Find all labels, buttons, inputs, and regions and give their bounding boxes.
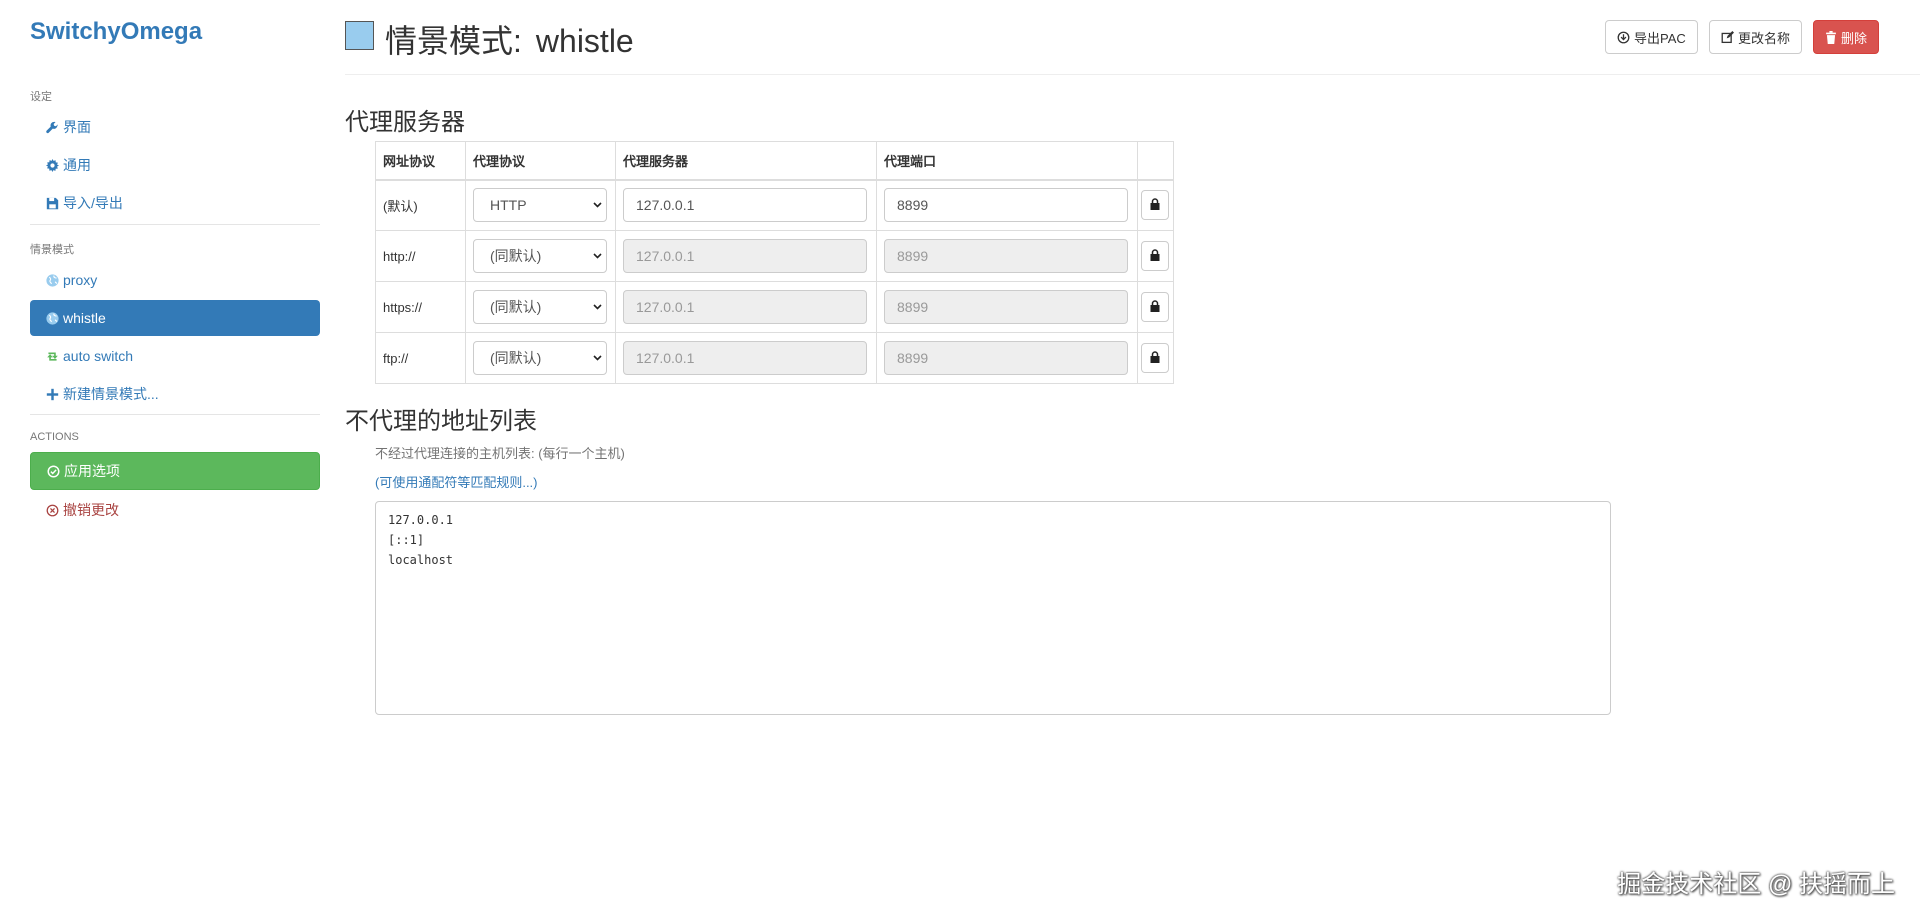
lock-icon [1150,299,1160,315]
lock-icon [1150,350,1160,366]
sidebar-item-label: 通用 [63,157,91,173]
column-header [1137,141,1174,181]
sidebar-item-import-export[interactable]: 导入/导出 [30,185,320,221]
sidebar-item-label: proxy [63,272,98,288]
retweet-icon [44,350,60,363]
column-header: 代理协议 [465,141,616,181]
page-header: 情景模式: whistle 导出PAC 更改名称 删除 [345,0,1920,75]
chevron-down-icon [593,251,602,262]
sidebar-item-proxy[interactable]: proxy [30,262,320,298]
trash-icon [1825,30,1837,44]
protocol-value: (同默认) [490,248,542,264]
lock-icon [1150,198,1160,213]
sidebar-item-interface[interactable]: 界面 [30,109,320,145]
port-input: 8899 [884,341,1128,375]
sidebar-item-label: whistle [63,310,106,326]
nav-divider [30,224,320,225]
gear-icon [44,158,60,172]
scheme-cell: ftp:// [375,332,466,384]
sidebar-item-label: 界面 [63,119,91,135]
auth-lock-button[interactable] [1141,241,1169,271]
scheme-cell: https:// [375,281,466,333]
protocol-select[interactable]: (同默认) [473,239,607,273]
bypass-list-textarea[interactable]: 127.0.0.1 [::1] localhost [375,501,1611,715]
protocol-value: (同默认) [490,299,542,315]
discard-changes-button[interactable]: 撤销更改 [30,492,320,528]
sidebar-item-label: 导入/导出 [63,195,123,211]
column-header: 代理服务器 [615,141,877,181]
chevron-down-icon [593,200,602,211]
apply-changes-button[interactable]: 应用选项 [30,452,320,490]
table-header-row: 网址协议 代理协议 代理服务器 代理端口 [375,141,1174,181]
export-pac-label: 导出PAC [1634,30,1686,46]
download-circle-icon [1617,31,1630,44]
settings-header: 设定 [30,91,52,103]
host-input: 127.0.0.1 [623,290,867,324]
rename-button[interactable]: 更改名称 [1709,20,1803,54]
table-row: https:// (同默认) 127.0.0.1 8899 [375,281,1174,333]
watermark-text: 掘金技术社区 @ 扶摇而上 [1617,871,1895,898]
port-input[interactable]: 8899 [884,188,1128,223]
rename-label: 更改名称 [1738,30,1791,46]
table-row: (默认) HTTP 127.0.0.1 8899 [375,179,1174,231]
page-title: 情景模式: whistle [385,16,634,62]
protocol-select[interactable]: (同默认) [473,341,607,375]
proxy-servers-title: 代理服务器 [345,109,465,136]
protocol-value: (同默认) [490,350,542,366]
delete-button[interactable]: 删除 [1813,20,1880,54]
scheme-cell: http:// [375,230,466,282]
chevron-down-icon [593,302,602,313]
discard-changes-label: 撤销更改 [63,502,119,518]
protocol-select[interactable]: HTTP [473,188,607,223]
page-title-prefix: 情景模式: [385,23,522,59]
actions-header: ACTIONS [30,431,79,443]
profile-color-swatch[interactable] [345,21,374,50]
column-header: 代理端口 [876,141,1138,181]
host-input[interactable]: 127.0.0.1 [623,188,867,223]
scheme-cell: (默认) [375,179,466,231]
apply-changes-label: 应用选项 [64,463,120,479]
lock-icon [1150,248,1160,264]
host-input: 127.0.0.1 [623,341,867,375]
table-row: ftp:// (同默认) 127.0.0.1 8899 [375,332,1174,384]
check-circle-icon [45,464,61,478]
globe-icon [44,311,60,325]
floppy-icon [44,197,60,210]
plus-icon [44,388,60,401]
export-pac-button[interactable]: 导出PAC [1605,20,1698,54]
chevron-down-icon [593,353,602,364]
auth-lock-button[interactable] [1141,292,1169,322]
sidebar-item-label: auto switch [63,348,134,364]
app-brand: SwitchyOmega [30,18,203,45]
table-row: http:// (同默认) 127.0.0.1 8899 [375,230,1174,282]
nav-divider [30,414,320,415]
bypass-help-text: 不经过代理连接的主机列表: (每行一个主机) [375,446,625,461]
host-input: 127.0.0.1 [623,239,867,273]
port-input: 8899 [884,290,1128,324]
column-header: 网址协议 [375,141,466,181]
profile-name: whistle [535,23,634,59]
sidebar-item-auto-switch[interactable]: auto switch [30,338,320,374]
sidebar-item-new-profile[interactable]: 新建情景模式... [30,376,320,412]
wrench-icon [44,121,60,134]
globe-icon [44,273,60,287]
sidebar-item-general[interactable]: 通用 [30,147,320,183]
profiles-header: 情景模式 [30,244,74,256]
sidebar-item-whistle[interactable]: whistle [30,300,320,336]
bypass-list-title: 不代理的地址列表 [345,408,537,435]
wildcard-rules-link[interactable]: (可使用通配符等匹配规则...) [375,472,538,491]
port-input: 8899 [884,239,1128,273]
proxy-table: 网址协议 代理协议 代理服务器 代理端口 (默认) HTTP 127.0.0.1… [375,141,1174,384]
sidebar-item-label: 新建情景模式... [63,386,159,402]
protocol-select[interactable]: (同默认) [473,290,607,324]
auth-lock-button[interactable] [1141,343,1169,373]
auth-lock-button[interactable] [1141,190,1169,221]
x-circle-icon [44,504,60,517]
edit-icon [1721,30,1734,44]
delete-label: 删除 [1841,30,1868,46]
protocol-value: HTTP [490,197,527,214]
sidebar: SwitchyOmega 设定 界面 通用 导入/导出 情景模式 proxy w… [0,0,340,919]
